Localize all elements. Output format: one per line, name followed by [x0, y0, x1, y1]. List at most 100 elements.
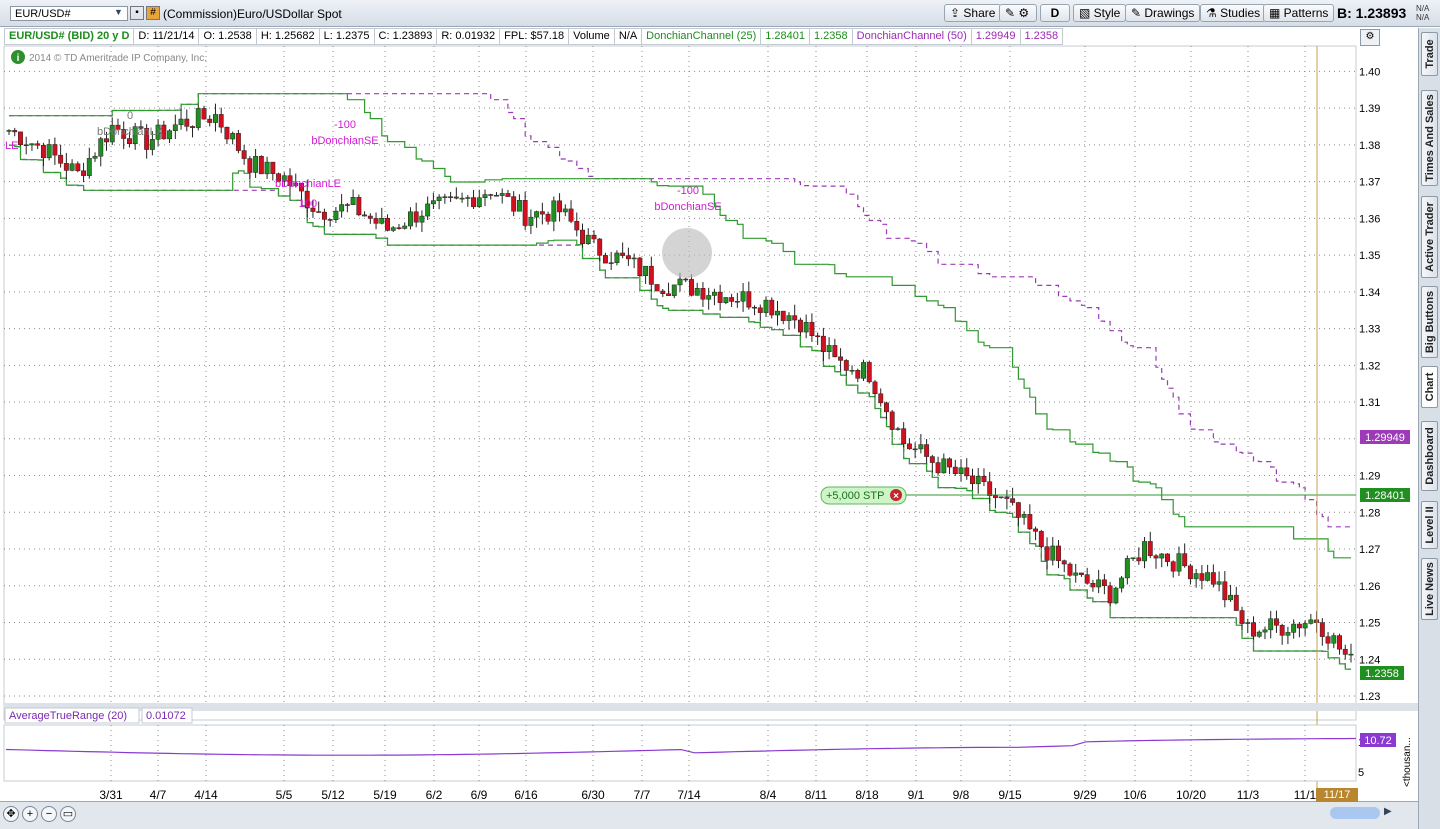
- candle: [683, 278, 689, 281]
- candle: [574, 221, 580, 231]
- candle: [987, 481, 993, 497]
- candle: [861, 362, 866, 379]
- candle: [350, 197, 356, 205]
- candle: [964, 467, 970, 477]
- tab-active-trader[interactable]: Active Trader: [1421, 196, 1438, 278]
- candle: [706, 295, 712, 300]
- candle: [740, 291, 746, 302]
- candle: [591, 234, 597, 240]
- candle: [1159, 553, 1165, 559]
- date-tick: 8/18: [855, 788, 879, 801]
- zoom-fit-icon[interactable]: ▭: [60, 806, 76, 822]
- candle: [597, 238, 603, 256]
- candle: [1061, 560, 1067, 565]
- candle: [970, 475, 975, 485]
- candle: [18, 131, 23, 146]
- candle: [362, 214, 368, 217]
- tab-trade[interactable]: Trade: [1421, 32, 1438, 76]
- scroll-right-icon[interactable]: ▶: [1384, 806, 1392, 817]
- tab-chart[interactable]: Chart: [1421, 366, 1438, 408]
- date-tick: 10/20: [1176, 788, 1206, 801]
- candle: [1228, 594, 1234, 601]
- candle: [213, 114, 218, 123]
- candle: [1044, 546, 1050, 561]
- symbol-input[interactable]: EUR/USD#: [10, 6, 128, 21]
- pan-icon[interactable]: ✥: [3, 806, 19, 822]
- candle: [505, 193, 511, 197]
- candle: [568, 208, 574, 222]
- studies-button[interactable]: ⚗ Studies: [1200, 4, 1267, 22]
- panel-splitter[interactable]: [4, 703, 1418, 711]
- candle: [12, 130, 18, 133]
- price-tick: 1.27: [1359, 544, 1380, 556]
- candle: [1176, 553, 1182, 572]
- candle: [700, 288, 706, 300]
- candle: [557, 200, 563, 213]
- hash-icon[interactable]: #: [146, 6, 160, 20]
- tab-level-ii[interactable]: Level II: [1421, 501, 1438, 549]
- candle: [763, 299, 769, 313]
- tag-dc50-upper: 1.29949: [1365, 432, 1405, 444]
- candle: [253, 156, 259, 173]
- drawings-button[interactable]: ✎ Drawings: [1125, 4, 1201, 22]
- candle: [516, 200, 522, 212]
- signal-qty: 100: [299, 198, 317, 210]
- style-button[interactable]: ▧ Style: [1073, 4, 1127, 22]
- date-tag: 11/17: [1316, 788, 1358, 802]
- tab-live-news[interactable]: Live News: [1421, 558, 1438, 620]
- candle: [1101, 579, 1107, 587]
- candle: [729, 297, 735, 302]
- candle: [465, 197, 471, 199]
- date-tick: 7/7: [634, 788, 651, 801]
- bottom-bar: ✥ + − ▭ 11/17 ▶: [0, 788, 1418, 829]
- candle: [316, 211, 322, 213]
- share-button[interactable]: ⇪ Share: [944, 4, 1002, 22]
- copyright: i 2014 © TD Ameritrade IP Company, Inc.: [11, 50, 207, 64]
- tag-lower: 1.2358: [1365, 668, 1399, 680]
- candle: [29, 143, 35, 146]
- candle: [654, 284, 660, 292]
- candle: [1107, 585, 1113, 604]
- candle: [1256, 631, 1262, 637]
- candle: [1205, 572, 1211, 581]
- tab-dashboard[interactable]: Dashboard: [1421, 421, 1438, 491]
- price-tick: 1.35: [1359, 250, 1380, 262]
- date-tick: 9/15: [998, 788, 1022, 801]
- patterns-button[interactable]: ▦ Patterns: [1263, 4, 1335, 22]
- horizontal-scrollbar[interactable]: [1330, 807, 1380, 819]
- symbol-dropdown-icon[interactable]: ▼: [114, 7, 123, 17]
- candle: [494, 194, 499, 197]
- candle: [1021, 514, 1027, 518]
- candle: [1285, 632, 1291, 636]
- signal-label: bDonchianLX: [97, 126, 164, 138]
- tab-big-buttons[interactable]: Big Buttons: [1421, 286, 1438, 358]
- candle: [167, 130, 173, 140]
- candle: [625, 255, 631, 260]
- candle: [1233, 594, 1239, 611]
- candle: [832, 345, 838, 358]
- candle: [247, 158, 253, 173]
- signal-label: bDonchianLE: [275, 178, 341, 190]
- link-icon[interactable]: ▪: [130, 6, 144, 20]
- candle: [396, 227, 402, 229]
- candle: [952, 466, 958, 474]
- candle: [402, 225, 408, 229]
- candle: [539, 211, 545, 215]
- candle: [201, 108, 207, 120]
- tab-times-and-sales[interactable]: Times And Sales: [1421, 90, 1438, 186]
- candle: [757, 307, 763, 313]
- candle: [941, 458, 947, 474]
- candle: [98, 138, 104, 157]
- tools-icon[interactable]: ✎ ⚙: [999, 4, 1037, 22]
- price-chart[interactable]: 1.231.241.251.261.271.281.291.301.311.32…: [0, 27, 1418, 801]
- candle: [1033, 528, 1039, 532]
- price-tick: 1.37: [1359, 177, 1380, 189]
- date-tick: 11/3: [1237, 788, 1260, 801]
- candle: [1296, 623, 1302, 629]
- period-button[interactable]: D: [1040, 4, 1070, 22]
- candle: [92, 155, 98, 159]
- candle: [981, 476, 987, 482]
- zoom-in-icon[interactable]: +: [22, 806, 38, 822]
- candle: [511, 196, 517, 212]
- zoom-out-icon[interactable]: −: [41, 806, 57, 822]
